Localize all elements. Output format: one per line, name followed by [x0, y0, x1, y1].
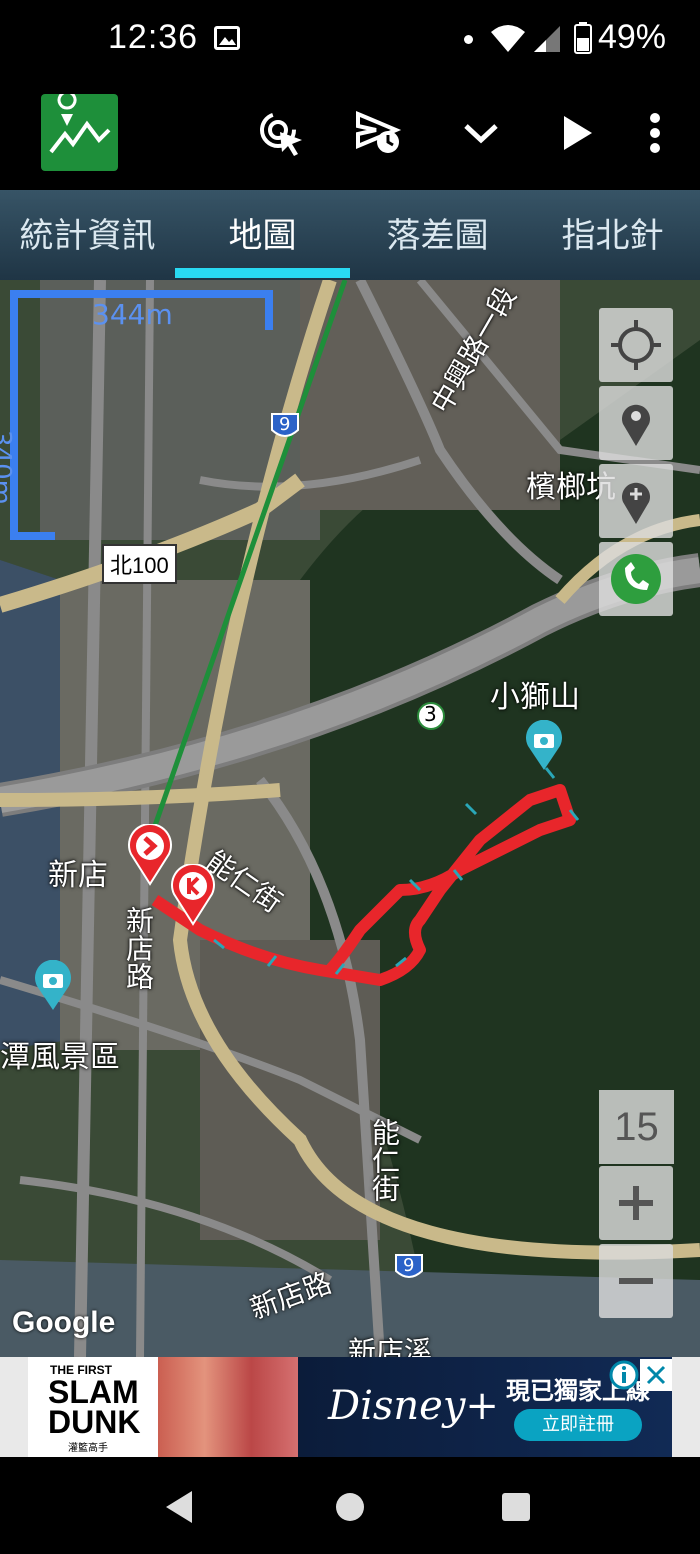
- label-xiaoshishan: 小獅山: [490, 680, 580, 715]
- ad-players-image: [158, 1357, 298, 1457]
- gps-tap-icon[interactable]: [258, 110, 304, 156]
- phone-icon: [611, 554, 661, 604]
- ad-left-sub: 灌籃高手: [68, 1443, 108, 1454]
- home-icon[interactable]: [330, 1487, 370, 1527]
- ad-brand: Disney+: [328, 1383, 499, 1429]
- end-marker-icon[interactable]: [170, 864, 216, 926]
- tab-elevation[interactable]: 落差圖: [350, 208, 525, 260]
- ad-left-title-3: DUNK: [48, 1404, 141, 1440]
- schedule-send-icon[interactable]: [356, 110, 402, 156]
- route-9-label-bottom: 9: [403, 1255, 415, 1276]
- status-time: 12:36: [108, 18, 199, 56]
- battery-percent: 49%: [597, 18, 666, 56]
- route-9-label-top: 9: [279, 414, 291, 435]
- phone-button[interactable]: [599, 542, 673, 616]
- app-bar: [0, 80, 700, 190]
- zoom-in-icon: [619, 1186, 653, 1220]
- ad-close-icon[interactable]: [640, 1359, 672, 1391]
- map-view[interactable]: 344m 340m 北100 9 9 3 中興路一段 檳榔坑 小獅山 新店 能仁…: [0, 280, 700, 1357]
- scale-y-label: 340m: [0, 430, 16, 505]
- my-location-button[interactable]: [599, 308, 673, 382]
- signal-icon: [534, 26, 560, 52]
- pin-icon: [622, 404, 650, 446]
- label-bitan-scenic: 潭風景區: [0, 1040, 120, 1075]
- google-attribution: Google: [12, 1306, 116, 1339]
- add-pin-icon: [622, 482, 650, 524]
- active-tab-indicator: [175, 268, 350, 278]
- battery-icon: [574, 22, 592, 54]
- gallery-notification-icon: [214, 26, 240, 50]
- add-pin-button[interactable]: [599, 464, 673, 538]
- label-xindian-road-1: 新店路: [122, 906, 155, 990]
- chevron-down-icon[interactable]: [458, 110, 504, 156]
- my-location-icon: [611, 320, 661, 370]
- zoom-level: 15: [599, 1090, 674, 1164]
- tab-statistics[interactable]: 統計資訊: [0, 208, 175, 260]
- tab-compass[interactable]: 指北針: [525, 208, 700, 260]
- zoom-out-button[interactable]: [599, 1244, 673, 1318]
- back-icon[interactable]: [160, 1487, 200, 1527]
- label-nengren-st-2: 能仁街: [368, 1118, 401, 1202]
- tab-map[interactable]: 地圖: [175, 208, 350, 260]
- camera-pin-icon[interactable]: [524, 720, 564, 772]
- route-3-label: 3: [424, 702, 437, 726]
- camera-pin-icon[interactable]: [33, 960, 73, 1012]
- route-graph-icon[interactable]: [41, 90, 118, 171]
- more-vert-icon[interactable]: [640, 110, 686, 156]
- road-shield-bei100: 北100: [102, 544, 177, 584]
- wifi-icon: [491, 25, 525, 52]
- ad-cta-button[interactable]: 立即註冊: [514, 1409, 642, 1441]
- notification-dot-icon: [464, 35, 473, 44]
- ad-creative[interactable]: THE FIRST SLAM DUNK 灌籃高手 Disney+ 現已獨家上線 …: [28, 1357, 672, 1457]
- play-icon[interactable]: [556, 110, 602, 156]
- system-nav-bar: [0, 1457, 700, 1554]
- start-marker-icon[interactable]: [127, 824, 173, 886]
- status-bar: 12:36 49%: [0, 0, 700, 80]
- scale-x-label: 344m: [92, 298, 173, 331]
- ad-info-icon[interactable]: [608, 1359, 640, 1391]
- zoom-in-button[interactable]: [599, 1166, 673, 1240]
- pin-button[interactable]: [599, 386, 673, 460]
- ad-banner[interactable]: THE FIRST SLAM DUNK 灌籃高手 Disney+ 現已獨家上線 …: [0, 1357, 700, 1457]
- tab-bar: 統計資訊 地圖 落差圖 指北針: [0, 190, 700, 280]
- label-xindian-creek: 新店溪: [348, 1335, 433, 1357]
- label-xindian: 新店: [48, 858, 108, 893]
- recents-icon[interactable]: [496, 1487, 536, 1527]
- zoom-out-icon: [619, 1278, 653, 1284]
